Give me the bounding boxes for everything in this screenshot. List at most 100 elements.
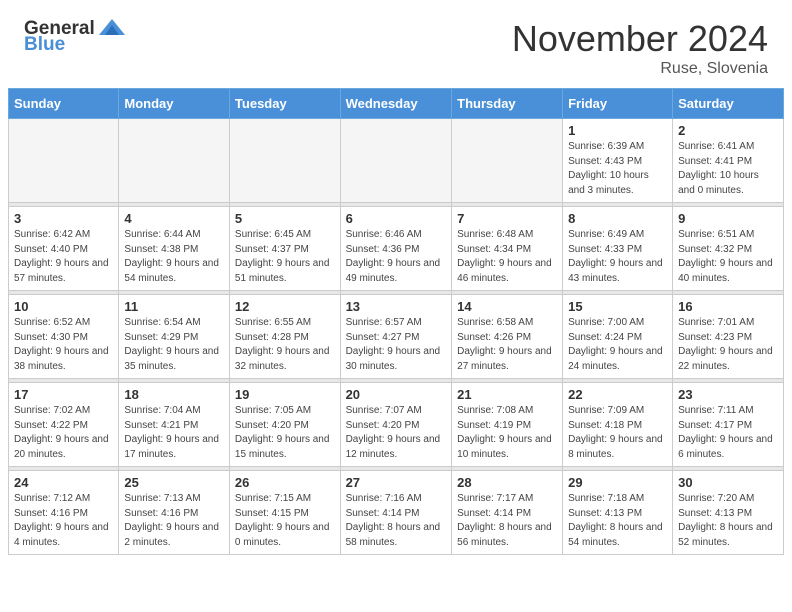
day-number: 13 bbox=[346, 299, 447, 314]
logo-blue-text: Blue bbox=[24, 34, 65, 56]
cell-info: Sunrise: 6:44 AM Sunset: 4:38 PM Dayligh… bbox=[124, 228, 224, 286]
cell-info: Sunrise: 7:13 AM Sunset: 4:16 PM Dayligh… bbox=[124, 492, 224, 550]
cell-info: Sunrise: 6:46 AM Sunset: 4:36 PM Dayligh… bbox=[346, 228, 447, 286]
logo-icon bbox=[97, 15, 127, 39]
cell-info: Sunrise: 7:04 AM Sunset: 4:21 PM Dayligh… bbox=[124, 404, 224, 462]
day-number: 14 bbox=[457, 299, 557, 314]
calendar-cell: 28 Sunrise: 7:17 AM Sunset: 4:14 PM Dayli… bbox=[452, 471, 563, 555]
calendar-cell: 8 Sunrise: 6:49 AM Sunset: 4:33 PM Daylig… bbox=[563, 207, 673, 291]
calendar-table: Sunday Monday Tuesday Wednesday Thursday… bbox=[8, 88, 784, 555]
day-number: 3 bbox=[14, 211, 113, 226]
calendar-cell: 2 Sunrise: 6:41 AM Sunset: 4:41 PM Daylig… bbox=[673, 119, 784, 203]
day-number: 1 bbox=[568, 123, 667, 138]
header-monday: Monday bbox=[119, 89, 230, 119]
cell-info: Sunrise: 7:11 AM Sunset: 4:17 PM Dayligh… bbox=[678, 404, 778, 462]
header-thursday: Thursday bbox=[452, 89, 563, 119]
calendar-cell bbox=[9, 119, 119, 203]
cell-info: Sunrise: 6:54 AM Sunset: 4:29 PM Dayligh… bbox=[124, 316, 224, 374]
cell-info: Sunrise: 6:48 AM Sunset: 4:34 PM Dayligh… bbox=[457, 228, 557, 286]
day-number: 28 bbox=[457, 475, 557, 490]
cell-info: Sunrise: 7:15 AM Sunset: 4:15 PM Dayligh… bbox=[235, 492, 335, 550]
calendar-body: 1 Sunrise: 6:39 AM Sunset: 4:43 PM Daylig… bbox=[9, 119, 784, 555]
calendar-cell: 18 Sunrise: 7:04 AM Sunset: 4:21 PM Dayli… bbox=[119, 383, 230, 467]
calendar-cell: 22 Sunrise: 7:09 AM Sunset: 4:18 PM Dayli… bbox=[563, 383, 673, 467]
calendar-cell: 27 Sunrise: 7:16 AM Sunset: 4:14 PM Dayli… bbox=[340, 471, 452, 555]
calendar-cell: 19Sunrise: 7:05 AM Sunset: 4:20 PM Dayli… bbox=[229, 383, 340, 467]
calendar-cell: 13 Sunrise: 6:57 AM Sunset: 4:27 PM Dayli… bbox=[340, 295, 452, 379]
cell-info: Sunrise: 7:09 AM Sunset: 4:18 PM Dayligh… bbox=[568, 404, 667, 462]
calendar-header: Sunday Monday Tuesday Wednesday Thursday… bbox=[9, 89, 784, 119]
day-number: 8 bbox=[568, 211, 667, 226]
day-number: 7 bbox=[457, 211, 557, 226]
cell-info: Sunrise: 6:52 AM Sunset: 4:30 PM Dayligh… bbox=[14, 316, 113, 374]
calendar-cell: 21 Sunrise: 7:08 AM Sunset: 4:19 PM Dayli… bbox=[452, 383, 563, 467]
cell-info: Sunrise: 7:17 AM Sunset: 4:14 PM Dayligh… bbox=[457, 492, 557, 550]
cell-info: Sunrise: 7:18 AM Sunset: 4:13 PM Dayligh… bbox=[568, 492, 667, 550]
day-number: 12 bbox=[235, 299, 335, 314]
cell-info: Sunrise: 7:02 AM Sunset: 4:22 PM Dayligh… bbox=[14, 404, 113, 462]
calendar-cell bbox=[229, 119, 340, 203]
header-saturday: Saturday bbox=[673, 89, 784, 119]
day-number: 9 bbox=[678, 211, 778, 226]
calendar-cell: 5Sunrise: 6:45 AM Sunset: 4:37 PM Daylig… bbox=[229, 207, 340, 291]
day-number: 19 bbox=[235, 387, 335, 402]
day-number: 29 bbox=[568, 475, 667, 490]
calendar-cell: 20 Sunrise: 7:07 AM Sunset: 4:20 PM Dayli… bbox=[340, 383, 452, 467]
page-container: General Blue November 2024 Ruse, Sloveni… bbox=[0, 0, 792, 565]
calendar-cell: 4 Sunrise: 6:44 AM Sunset: 4:38 PM Daylig… bbox=[119, 207, 230, 291]
cell-info: Sunrise: 7:00 AM Sunset: 4:24 PM Dayligh… bbox=[568, 316, 667, 374]
month-title: November 2024 bbox=[512, 18, 768, 60]
day-number: 6 bbox=[346, 211, 447, 226]
header-tuesday: Tuesday bbox=[229, 89, 340, 119]
day-number: 22 bbox=[568, 387, 667, 402]
cell-info: Sunrise: 6:57 AM Sunset: 4:27 PM Dayligh… bbox=[346, 316, 447, 374]
cell-info: Sunrise: 7:07 AM Sunset: 4:20 PM Dayligh… bbox=[346, 404, 447, 462]
cell-info: Sunrise: 6:39 AM Sunset: 4:43 PM Dayligh… bbox=[568, 140, 667, 198]
cell-info: Sunrise: 6:51 AM Sunset: 4:32 PM Dayligh… bbox=[678, 228, 778, 286]
cell-info: Sunrise: 6:58 AM Sunset: 4:26 PM Dayligh… bbox=[457, 316, 557, 374]
calendar-cell bbox=[119, 119, 230, 203]
cell-info: Sunrise: 6:49 AM Sunset: 4:33 PM Dayligh… bbox=[568, 228, 667, 286]
calendar-cell: 25Sunrise: 7:13 AM Sunset: 4:16 PM Dayli… bbox=[119, 471, 230, 555]
cell-info: Sunrise: 6:42 AM Sunset: 4:40 PM Dayligh… bbox=[14, 228, 113, 286]
day-number: 27 bbox=[346, 475, 447, 490]
day-number: 26 bbox=[235, 475, 335, 490]
calendar-cell: 6 Sunrise: 6:46 AM Sunset: 4:36 PM Daylig… bbox=[340, 207, 452, 291]
cell-info: Sunrise: 7:08 AM Sunset: 4:19 PM Dayligh… bbox=[457, 404, 557, 462]
header: General Blue November 2024 Ruse, Sloveni… bbox=[0, 0, 792, 88]
title-area: November 2024 Ruse, Slovenia bbox=[512, 18, 768, 78]
location: Ruse, Slovenia bbox=[512, 60, 768, 78]
day-number: 20 bbox=[346, 387, 447, 402]
calendar-cell: 9 Sunrise: 6:51 AM Sunset: 4:32 PM Daylig… bbox=[673, 207, 784, 291]
day-number: 17 bbox=[14, 387, 113, 402]
calendar-cell: 26 Sunrise: 7:15 AM Sunset: 4:15 PM Dayli… bbox=[229, 471, 340, 555]
calendar-cell: 14 Sunrise: 6:58 AM Sunset: 4:26 PM Dayli… bbox=[452, 295, 563, 379]
day-number: 2 bbox=[678, 123, 778, 138]
day-number: 24 bbox=[14, 475, 113, 490]
day-number: 23 bbox=[678, 387, 778, 402]
cell-info: Sunrise: 6:41 AM Sunset: 4:41 PM Dayligh… bbox=[678, 140, 778, 198]
calendar-cell bbox=[340, 119, 452, 203]
calendar-cell: 29 Sunrise: 7:18 AM Sunset: 4:13 PM Dayli… bbox=[563, 471, 673, 555]
cell-info: Sunrise: 7:01 AM Sunset: 4:23 PM Dayligh… bbox=[678, 316, 778, 374]
calendar-cell: 1 Sunrise: 6:39 AM Sunset: 4:43 PM Daylig… bbox=[563, 119, 673, 203]
header-wednesday: Wednesday bbox=[340, 89, 452, 119]
day-number: 21 bbox=[457, 387, 557, 402]
day-number: 4 bbox=[124, 211, 224, 226]
calendar-cell: 15 Sunrise: 7:00 AM Sunset: 4:24 PM Dayli… bbox=[563, 295, 673, 379]
day-number: 10 bbox=[14, 299, 113, 314]
calendar-cell: 3 Sunrise: 6:42 AM Sunset: 4:40 PM Daylig… bbox=[9, 207, 119, 291]
header-friday: Friday bbox=[563, 89, 673, 119]
cell-info: Sunrise: 7:16 AM Sunset: 4:14 PM Dayligh… bbox=[346, 492, 447, 550]
logo: General Blue bbox=[24, 18, 127, 56]
calendar-cell: 10 Sunrise: 6:52 AM Sunset: 4:30 PM Dayli… bbox=[9, 295, 119, 379]
calendar-cell: 7 Sunrise: 6:48 AM Sunset: 4:34 PM Daylig… bbox=[452, 207, 563, 291]
calendar-cell: 12Sunrise: 6:55 AM Sunset: 4:28 PM Dayli… bbox=[229, 295, 340, 379]
day-number: 15 bbox=[568, 299, 667, 314]
day-number: 5 bbox=[235, 211, 335, 226]
day-number: 30 bbox=[678, 475, 778, 490]
day-number: 18 bbox=[124, 387, 224, 402]
calendar-cell: 24Sunrise: 7:12 AM Sunset: 4:16 PM Dayli… bbox=[9, 471, 119, 555]
calendar-cell: 17 Sunrise: 7:02 AM Sunset: 4:22 PM Dayli… bbox=[9, 383, 119, 467]
day-number: 11 bbox=[124, 299, 224, 314]
